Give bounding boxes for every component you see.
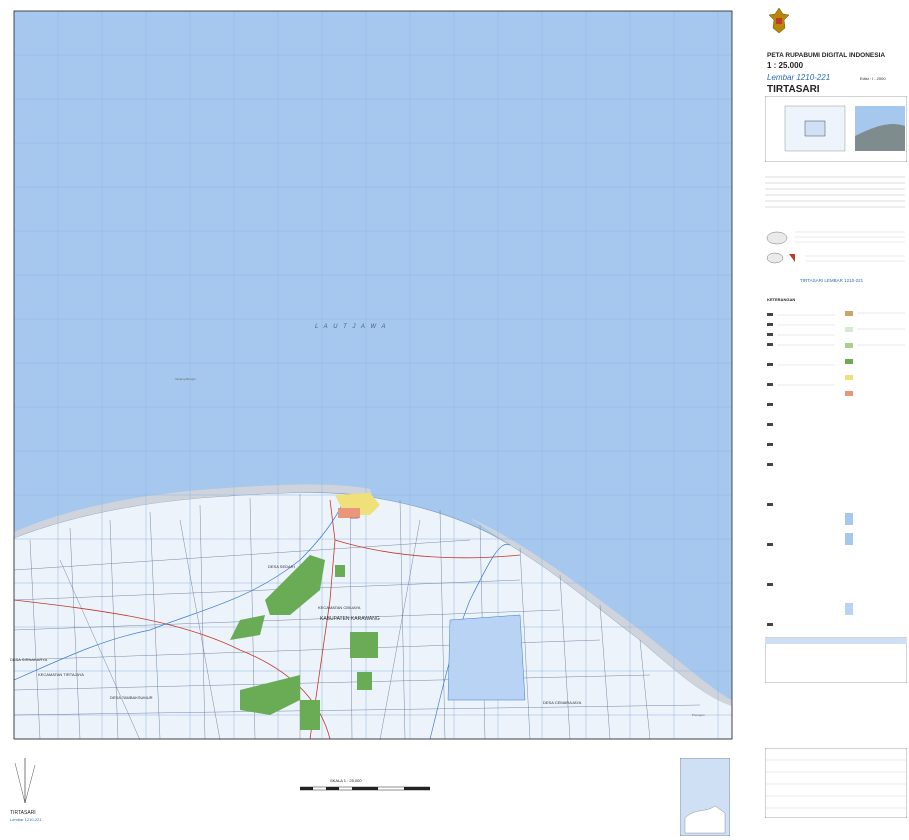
garuda-emblem-icon xyxy=(768,7,790,34)
sheet-label: TIRTASARI xyxy=(10,810,36,816)
legend xyxy=(765,311,907,683)
map-scale: 1 : 25.000 xyxy=(767,61,804,70)
place-label: Sedari xyxy=(350,516,359,520)
publisher-logos xyxy=(766,231,905,264)
place-label: DESA TAMBAKSUMUR xyxy=(110,695,153,700)
place-label: DESA CEMARAJAYA xyxy=(543,700,582,705)
grid-info-table xyxy=(765,748,907,818)
sheet-number: Lembar 1210-221 xyxy=(767,73,831,82)
legend-title: KETERANGAN xyxy=(767,297,796,302)
edition: Edisi : I - 2000 xyxy=(860,76,886,81)
topographic-map[interactable] xyxy=(0,0,740,748)
place-label: KABUPATEN KARAWANG xyxy=(320,616,380,622)
fishpond xyxy=(447,614,526,701)
marginal-info-panel: PETA RUPABUMI DIGITAL INDONESIA 1 : 25.0… xyxy=(740,0,909,840)
scale-label: SKALA 1 : 25.000 xyxy=(330,778,362,783)
scale-bar xyxy=(300,786,430,791)
place-label: Tanjung Bungin xyxy=(175,377,196,381)
place-label: DESA SEDARI xyxy=(268,564,295,569)
place-label: DESA SIRNAKARYA xyxy=(10,657,48,662)
place-label: KECAMATAN TIRTAJAYA xyxy=(38,672,84,677)
sea-label: L A U T J A W A xyxy=(315,324,388,330)
map-series-title: PETA RUPABUMI DIGITAL INDONESIA xyxy=(767,52,886,59)
north-arrow-icon xyxy=(14,758,36,804)
credits-lines xyxy=(765,176,905,208)
footer-title: TIRTASARI LEMBAR 1210-221 xyxy=(800,278,864,283)
bottom-margin: TIRTASARI Lembar 1210-221 SKALA 1 : 25.0… xyxy=(0,748,740,840)
place-label: Pisangan xyxy=(692,713,705,717)
sheet-name: TIRTASARI xyxy=(767,84,820,95)
location-index-map xyxy=(680,758,730,836)
sheet-index-diagram xyxy=(765,96,907,162)
sheet-sub: Lembar 1210-221 xyxy=(10,817,42,822)
place-label: KECAMATAN CIBUAYA xyxy=(318,605,361,610)
map-frame[interactable]: L A U T J A W A DESA SEDARI KECAMATAN CI… xyxy=(0,0,740,748)
